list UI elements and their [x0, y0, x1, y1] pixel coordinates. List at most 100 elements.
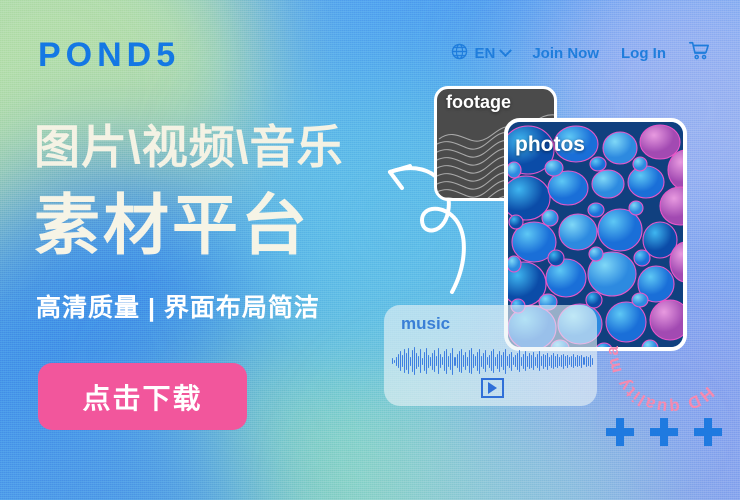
waveform-bar — [565, 356, 567, 366]
waveform-bar — [448, 355, 450, 367]
waveform-bar — [436, 356, 438, 366]
waveform-bar — [440, 354, 442, 368]
plus-icon — [650, 418, 678, 446]
waveform-bar — [394, 359, 396, 363]
waveform-bar — [454, 356, 456, 366]
waveform-bar — [400, 351, 402, 371]
waveform-bar — [529, 353, 531, 369]
waveform-bar — [557, 354, 559, 368]
audio-waveform — [392, 344, 593, 378]
waveform-bar — [392, 358, 394, 364]
waveform-bar — [569, 357, 571, 365]
waveform-bar — [462, 355, 464, 367]
waveform-bar — [567, 354, 569, 368]
waveform-bar — [591, 357, 593, 365]
waveform-bar — [410, 356, 412, 366]
waveform-bar — [426, 348, 428, 374]
waveform-bar — [406, 352, 408, 370]
waveform-bar — [428, 354, 430, 368]
waveform-bar — [575, 356, 577, 366]
waveform-bar — [464, 352, 466, 370]
plus-icon — [694, 418, 722, 446]
log-in-link[interactable]: Log In — [621, 45, 666, 62]
waveform-bar — [523, 353, 525, 369]
download-button[interactable]: 点击下载 — [38, 363, 247, 430]
waveform-bar — [492, 349, 494, 373]
waveform-bar — [418, 355, 420, 367]
waveform-bar — [468, 349, 470, 373]
waveform-bar — [482, 353, 484, 369]
waveform-bar — [490, 351, 492, 371]
waveform-bar — [412, 350, 414, 372]
waveform-bar — [504, 348, 506, 374]
waveform-bar — [486, 357, 488, 365]
waveform-bar — [547, 352, 549, 370]
waveform-bar — [518, 350, 520, 372]
waveform-bar — [442, 357, 444, 365]
waveform-bar — [422, 357, 424, 365]
waveform-bar — [553, 353, 555, 369]
waveform-bar — [420, 349, 422, 373]
waveform-bar — [587, 356, 589, 366]
waveform-bar — [533, 352, 535, 370]
waveform-bar — [444, 351, 446, 371]
waveform-bar — [434, 350, 436, 372]
waveform-bar — [470, 348, 472, 374]
language-selector[interactable]: EN — [451, 43, 513, 64]
waveform-bar — [476, 351, 478, 371]
waveform-bar — [402, 355, 404, 367]
waveform-bar — [539, 351, 541, 371]
waveform-bar — [450, 352, 452, 370]
waveform-bar — [424, 351, 426, 371]
waveform-bar — [543, 353, 545, 369]
waveform-bar — [525, 351, 527, 371]
play-button[interactable] — [481, 378, 504, 398]
plus-icon — [606, 418, 634, 446]
waveform-bar — [414, 347, 416, 375]
play-icon — [488, 382, 497, 394]
waveform-bar — [472, 354, 474, 368]
waveform-bar — [500, 355, 502, 367]
waveform-bar — [549, 356, 551, 366]
waveform-bar — [502, 352, 504, 370]
footage-card-label: footage — [446, 92, 511, 112]
waveform-bar — [506, 356, 508, 366]
waveform-bar — [396, 356, 398, 366]
waveform-bar — [474, 356, 476, 366]
waveform-bar — [478, 348, 480, 374]
waveform-bar — [480, 355, 482, 367]
language-label: EN — [474, 44, 496, 62]
shopping-cart-icon[interactable] — [688, 40, 710, 66]
waveform-bar — [583, 357, 585, 365]
waveform-bar — [545, 355, 547, 367]
waveform-bar — [404, 349, 406, 373]
waveform-bar — [510, 351, 512, 371]
pond5-logo[interactable]: POND5 — [38, 38, 180, 72]
headline-line-1: 图片\视频\音乐 — [34, 121, 344, 173]
waveform-bar — [527, 355, 529, 367]
waveform-bar — [535, 356, 537, 366]
waveform-bar — [466, 356, 468, 366]
waveform-bar — [494, 356, 496, 366]
waveform-bar — [398, 354, 400, 368]
waveform-bar — [559, 356, 561, 366]
waveform-bar — [571, 355, 573, 367]
waveform-bar — [521, 356, 523, 366]
waveform-bar — [516, 352, 518, 370]
top-navigation: EN Join Now Log In — [451, 40, 710, 66]
waveform-bar — [541, 356, 543, 366]
waveform-bar — [430, 356, 432, 366]
waveform-bar — [577, 355, 579, 367]
waveform-bar — [446, 348, 448, 374]
waveform-bar — [408, 348, 410, 374]
waveform-bar — [589, 355, 591, 367]
join-now-link[interactable]: Join Now — [532, 45, 599, 62]
waveform-bar — [512, 357, 514, 365]
download-button-label: 点击下载 — [82, 382, 203, 414]
waveform-bar — [563, 353, 565, 369]
waveform-bar — [452, 347, 454, 375]
waveform-bar — [456, 354, 458, 368]
hero-subtitle: 高清质量 | 界面布局简洁 — [36, 294, 320, 322]
waveform-bar — [551, 354, 553, 368]
waveform-bar — [514, 355, 516, 367]
